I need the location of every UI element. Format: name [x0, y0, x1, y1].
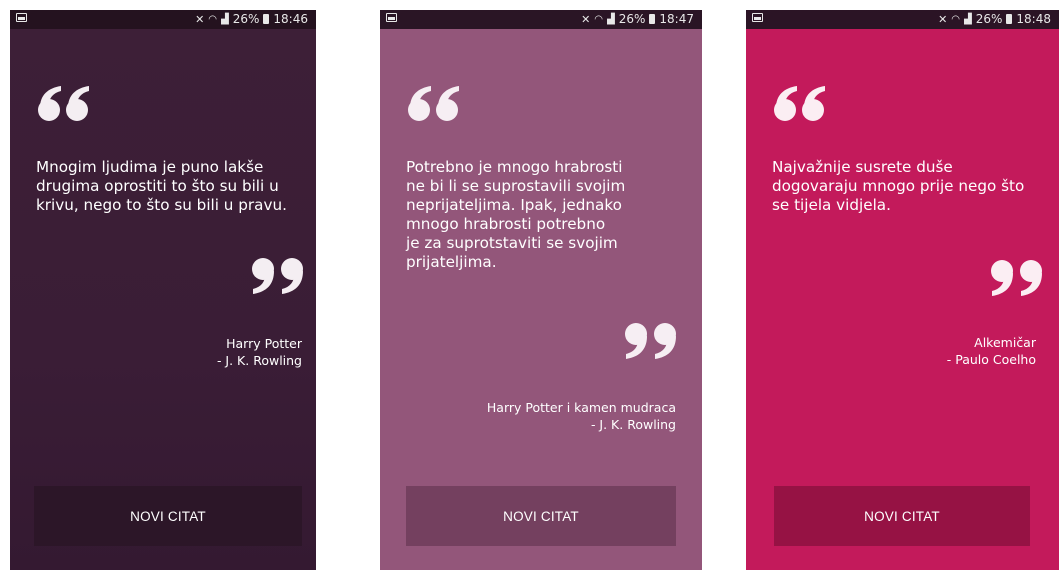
- quote-source: Alkemičar: [974, 335, 1036, 350]
- status-bar: ✕ ◠ ▟ 26% 18:48: [746, 10, 1059, 29]
- quote-attribution: Harry Potter i kamen mudraca - J. K. Row…: [487, 399, 676, 433]
- clock: 18:48: [1016, 12, 1051, 26]
- open-quote-icon: [774, 86, 825, 121]
- battery-percent: 26%: [618, 12, 646, 26]
- notification-icon: [386, 13, 397, 22]
- quote-author: - J. K. Rowling: [590, 417, 676, 432]
- quote-screen: Najvažnije susrete duše dogovaraju mnogo…: [746, 29, 1059, 570]
- signal-icon: ▟: [607, 13, 615, 25]
- status-indicators: ✕ ◠ ▟ 26% 18:47: [581, 12, 694, 26]
- close-quote-icon: [991, 260, 1042, 296]
- wifi-icon: ◠: [951, 13, 961, 25]
- signal-icon: ▟: [221, 13, 229, 25]
- mute-icon: ✕: [195, 12, 205, 26]
- clock: 18:47: [659, 12, 694, 26]
- notification-icon: [752, 13, 763, 22]
- close-quote-icon: [625, 323, 676, 359]
- new-quote-button[interactable]: NOVI CITAT: [406, 486, 676, 546]
- quote-source: Harry Potter: [226, 336, 302, 351]
- signal-icon: ▟: [964, 13, 972, 25]
- wifi-icon: ◠: [594, 13, 604, 25]
- new-quote-button[interactable]: NOVI CITAT: [34, 486, 302, 546]
- quote-author: - J. K. Rowling: [216, 353, 302, 368]
- status-bar: ✕ ◠ ▟ 26% 18:46: [10, 10, 316, 29]
- phone-screen-2: ✕ ◠ ▟ 26% 18:47 Potrebno je mnogo hrabro…: [380, 10, 702, 570]
- notification-icon: [16, 13, 27, 22]
- close-quote-icon: [252, 258, 303, 294]
- quote-attribution: Alkemičar - Paulo Coelho: [947, 334, 1036, 368]
- status-indicators: ✕ ◠ ▟ 26% 18:46: [195, 12, 308, 26]
- battery-percent: 26%: [232, 12, 260, 26]
- battery-percent: 26%: [975, 12, 1003, 26]
- new-quote-button[interactable]: NOVI CITAT: [774, 486, 1030, 546]
- open-quote-icon: [38, 86, 89, 121]
- phone-screen-3: ✕ ◠ ▟ 26% 18:48 Najvažnije susrete duše …: [746, 10, 1059, 570]
- quote-text: Potrebno je mnogo hrabrosti ne bi li se …: [406, 158, 626, 271]
- mute-icon: ✕: [938, 12, 948, 26]
- status-indicators: ✕ ◠ ▟ 26% 18:48: [938, 12, 1051, 26]
- battery-icon: [263, 14, 270, 24]
- quote-screen: Mnogim ljudima je puno lakše drugima opr…: [10, 29, 316, 570]
- quote-source: Harry Potter i kamen mudraca: [486, 400, 676, 415]
- quote-attribution: Harry Potter - J. K. Rowling: [217, 335, 302, 369]
- quote-text: Mnogim ljudima je puno lakše drugima opr…: [36, 158, 287, 214]
- battery-icon: [649, 14, 656, 24]
- quote-screen: Potrebno je mnogo hrabrosti ne bi li se …: [380, 29, 702, 570]
- status-bar: ✕ ◠ ▟ 26% 18:47: [380, 10, 702, 29]
- mute-icon: ✕: [581, 12, 591, 26]
- clock: 18:46: [273, 12, 308, 26]
- battery-icon: [1006, 14, 1013, 24]
- open-quote-icon: [408, 86, 459, 121]
- quote-author: - Paulo Coelho: [946, 352, 1036, 367]
- wifi-icon: ◠: [208, 13, 218, 25]
- quote-text: Najvažnije susrete duše dogovaraju mnogo…: [772, 158, 1025, 214]
- phone-screen-1: ✕ ◠ ▟ 26% 18:46 Mnogim ljudima je puno l…: [10, 10, 316, 570]
